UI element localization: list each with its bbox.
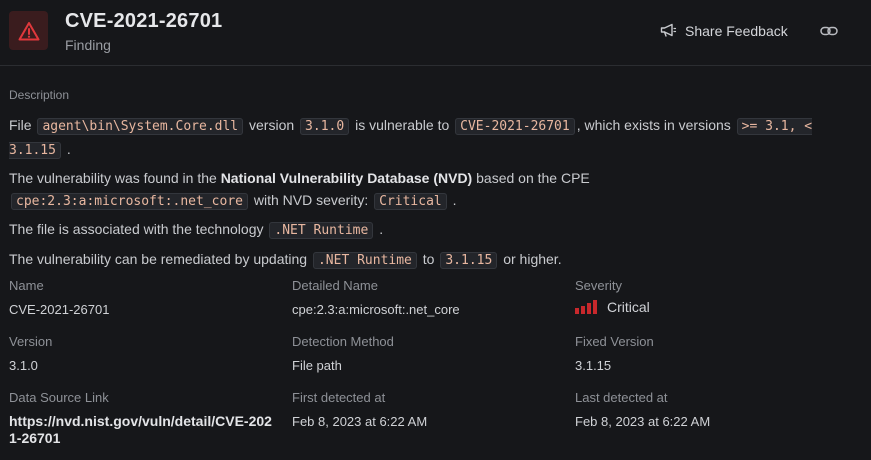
version-value: 3.1.0 <box>9 358 38 373</box>
severity-value: Critical <box>607 299 650 315</box>
severity-bars-icon <box>575 300 597 314</box>
remediation-version-code: 3.1.15 <box>440 252 498 269</box>
data-source-link[interactable]: https://nvd.nist.gov/vuln/detail/CVE-202… <box>9 413 274 447</box>
file-path-code: agent\bin\System.Core.dll <box>37 118 244 135</box>
severity-field: Severity Critical <box>575 278 650 315</box>
finding-header: CVE-2021-26701 Finding Share Feedback <box>0 0 871 66</box>
description-label: Description <box>9 88 70 102</box>
description-line-file: File agent\bin\System.Core.dll version 3… <box>9 117 813 159</box>
cpe-code: cpe:2.3:a:microsoft:.net_core <box>11 193 248 210</box>
chain-link-icon <box>820 23 838 39</box>
remediation-technology-code: .NET Runtime <box>312 252 417 269</box>
share-feedback-button[interactable]: Share Feedback <box>660 21 788 41</box>
description-line-technology: The file is associated with the technolo… <box>9 221 384 239</box>
fixed-version-value: 3.1.15 <box>575 358 612 373</box>
severity-code: Critical <box>374 193 447 210</box>
last-detected-value: Feb 8, 2023 at 6:22 AM <box>575 414 711 429</box>
detection-method-field: Detection Method File path <box>292 334 575 374</box>
detailed-name-field: Detailed Name cpe:2.3:a:microsoft:.net_c… <box>292 278 575 318</box>
name-value: CVE-2021-26701 <box>9 302 110 317</box>
first-detected-field: First detected at Feb 8, 2023 at 6:22 AM <box>292 390 575 447</box>
page-subtitle: Finding <box>65 37 111 53</box>
description-body: File agent\bin\System.Core.dll version 3… <box>9 114 849 278</box>
version-field: Version 3.1.0 <box>9 334 292 374</box>
fixed-version-field: Fixed Version 3.1.15 <box>575 334 859 374</box>
version-code: 3.1.0 <box>300 118 350 135</box>
detailed-name-value: cpe:2.3:a:microsoft:.net_core <box>292 302 460 317</box>
nvd-name: National Vulnerability Database (NVD) <box>220 170 473 186</box>
warning-triangle-icon <box>9 11 48 50</box>
details-grid: Name CVE-2021-26701 Detailed Name cpe:2.… <box>9 278 859 447</box>
last-detected-field: Last detected at Feb 8, 2023 at 6:22 AM <box>575 390 859 447</box>
technology-code: .NET Runtime <box>269 222 374 239</box>
cve-code: CVE-2021-26701 <box>455 118 575 135</box>
description-line-remediation: The vulnerability can be remediated by u… <box>9 251 562 269</box>
share-feedback-label: Share Feedback <box>685 23 788 39</box>
detection-method-value: File path <box>292 358 342 373</box>
page-title: CVE-2021-26701 <box>65 10 223 32</box>
megaphone-icon <box>660 23 677 40</box>
copy-link-button[interactable] <box>819 22 839 40</box>
first-detected-value: Feb 8, 2023 at 6:22 AM <box>292 414 428 429</box>
name-field: Name CVE-2021-26701 <box>9 278 292 318</box>
data-source-field: Data Source Link https://nvd.nist.gov/vu… <box>9 390 292 447</box>
description-line-nvd: The vulnerability was found in the Natio… <box>9 170 590 210</box>
